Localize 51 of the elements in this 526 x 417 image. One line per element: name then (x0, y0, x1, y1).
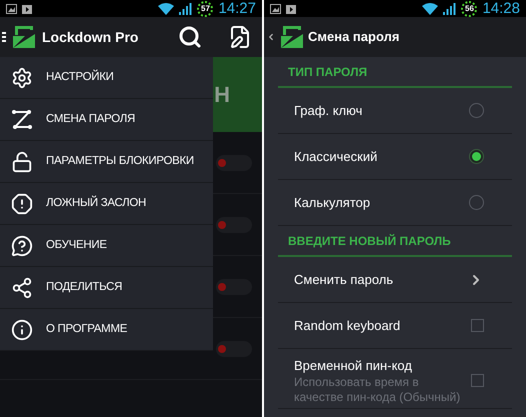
unlocked-padlock-icon (11, 150, 33, 172)
signal-icon (443, 2, 456, 14)
toggle-switch[interactable] (216, 216, 252, 232)
play-store-icon (286, 3, 296, 14)
document-edit-icon[interactable] (228, 25, 252, 49)
app-title: Lockdown Pro (42, 28, 140, 46)
clock-time: 14:28 (482, 1, 520, 16)
drawer-item[interactable]: ЛОЖНЫЙ ЗАСЛОН (0, 183, 213, 225)
menu-icon[interactable] (2, 32, 6, 42)
warning-icon (11, 192, 33, 214)
pattern-icon (11, 108, 33, 130)
row-summary: Использовать время в качестве пин-кода (Обычный) (294, 375, 462, 406)
clock-time: 14:27 (218, 1, 256, 16)
drawer-item[interactable]: ПОДЕЛИТЬСЯ (0, 267, 213, 309)
checkbox[interactable] (471, 319, 484, 332)
toggle-switch[interactable] (216, 340, 252, 356)
toggle-switch[interactable] (216, 154, 252, 170)
radio-button[interactable] (469, 149, 484, 164)
checkbox[interactable] (471, 374, 484, 387)
drawer-item[interactable]: ПАРАМЕТРЫ БЛОКИРОВКИ (0, 141, 213, 183)
settings-row[interactable]: Калькулятор (278, 180, 512, 226)
drawer-item[interactable]: НАСТРОЙКИ (0, 57, 213, 99)
search-icon[interactable] (178, 25, 202, 49)
wifi-icon (158, 2, 174, 14)
settings-row[interactable]: Временной пин-код Использовать время в качестве пин-кода (Обычный) (278, 349, 512, 409)
banner-text: Н (214, 81, 230, 109)
radio-button[interactable] (469, 103, 484, 118)
drawer-item[interactable]: ОБУЧЕНИЕ (0, 225, 213, 267)
back-icon[interactable] (266, 32, 276, 42)
info-icon (11, 318, 33, 340)
radio-button[interactable] (469, 195, 484, 210)
settings-row[interactable]: Сменить пароль (278, 257, 512, 303)
settings-icon (11, 66, 33, 88)
play-store-icon (22, 3, 32, 14)
signal-icon (179, 2, 192, 14)
settings-row[interactable]: Классический (278, 134, 512, 180)
wifi-icon (422, 2, 438, 14)
drawer-item[interactable]: СМЕНА ПАРОЛЯ (0, 99, 213, 141)
section-header: ТИП ПАРОЛЯ (288, 64, 368, 80)
settings-row[interactable]: Random keyboard (278, 303, 512, 349)
screen-title: Смена пароля (308, 28, 400, 46)
help-bubble-icon (11, 234, 33, 256)
image-icon (6, 4, 17, 14)
settings-row[interactable]: Граф. ключ (278, 88, 512, 134)
logo-icon (280, 25, 304, 49)
logo-icon (12, 25, 36, 49)
drawer-item[interactable]: О ПРОГРАММЕ (0, 309, 213, 351)
section-header: ВВЕДИТЕ НОВЫЙ ПАРОЛЬ (288, 232, 451, 250)
share-icon (11, 276, 33, 298)
image-icon (270, 4, 281, 14)
toggle-switch[interactable] (216, 278, 252, 294)
